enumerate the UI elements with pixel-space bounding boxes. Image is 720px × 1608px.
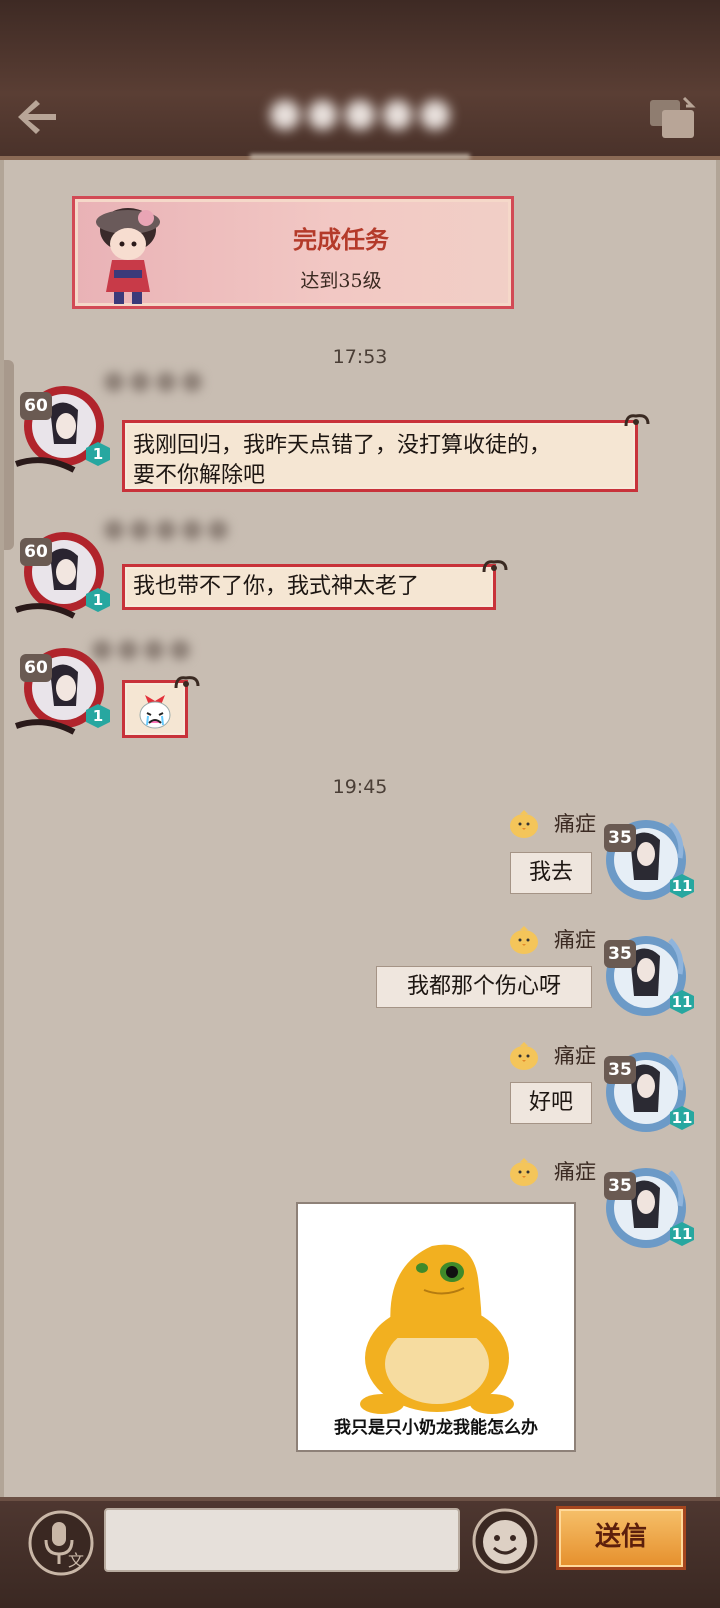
- message-bubble[interactable]: 好吧: [510, 1082, 592, 1124]
- cloud-knot-icon: [624, 414, 650, 427]
- message-bubble[interactable]: 我去: [510, 852, 592, 894]
- level-badge: 60: [20, 538, 52, 566]
- message-bubble[interactable]: 我都那个伤心呀: [376, 966, 592, 1008]
- cloud-knot-icon: [482, 560, 508, 573]
- svg-text:文: 文: [68, 1551, 84, 1570]
- chick-icon: [510, 926, 538, 954]
- sender-name-blurred: [92, 640, 212, 666]
- level-badge: 35: [604, 940, 636, 968]
- level-badge: 35: [604, 1172, 636, 1200]
- level-badge: 35: [604, 824, 636, 852]
- message-bubble[interactable]: 我也带不了你，我式神太老了: [122, 564, 496, 610]
- timestamp: 19:45: [332, 776, 388, 798]
- send-button[interactable]: 送信: [556, 1506, 686, 1570]
- task-title: 完成任务: [293, 225, 389, 254]
- sender-name-blurred: [104, 520, 234, 546]
- voice-to-text-icon[interactable]: 文: [28, 1510, 94, 1576]
- cloud-knot-icon: [174, 676, 200, 689]
- message-line: 要不你解除吧: [133, 463, 266, 488]
- chibi-character-icon: [96, 208, 160, 304]
- task-subtitle: 达到35级: [300, 270, 382, 292]
- chick-icon: [510, 810, 538, 838]
- back-arrow-icon[interactable]: [14, 96, 60, 138]
- scrollbar[interactable]: [4, 360, 14, 550]
- chat-title-blurred: [270, 90, 450, 140]
- meme-caption: 我只是只小奶龙我能怎么办: [334, 1418, 538, 1438]
- chick-icon: [510, 1158, 538, 1186]
- chick-icon: [510, 1042, 538, 1070]
- timestamp: 17:53: [332, 346, 388, 368]
- sender-name-blurred: [104, 372, 214, 398]
- top-bar: [0, 0, 720, 160]
- crying-face-sticker-icon: [139, 695, 171, 729]
- level-badge: 60: [20, 654, 52, 682]
- message-line: 我刚回归，我昨天点错了，没打算收徒的，: [133, 433, 552, 458]
- message-bubble[interactable]: 我刚回归，我昨天点错了，没打算收徒的， 要不你解除吧: [122, 420, 638, 492]
- yellow-dragon-doll-icon: [360, 1244, 514, 1414]
- sender-name: 痛症: [554, 812, 596, 836]
- emoji-face-icon[interactable]: [472, 1508, 538, 1574]
- sender-name: 痛症: [554, 1044, 596, 1068]
- message-input[interactable]: [104, 1508, 460, 1572]
- sender-name: 痛症: [554, 928, 596, 952]
- level-badge: 35: [604, 1056, 636, 1084]
- sender-name: 痛症: [554, 1160, 596, 1184]
- level-badge: 60: [20, 392, 52, 420]
- switch-window-icon[interactable]: [648, 96, 696, 140]
- message-text: 我也带不了你，我式神太老了: [133, 574, 420, 599]
- meme-image[interactable]: 我只是只小奶龙我能怎么办: [296, 1202, 576, 1452]
